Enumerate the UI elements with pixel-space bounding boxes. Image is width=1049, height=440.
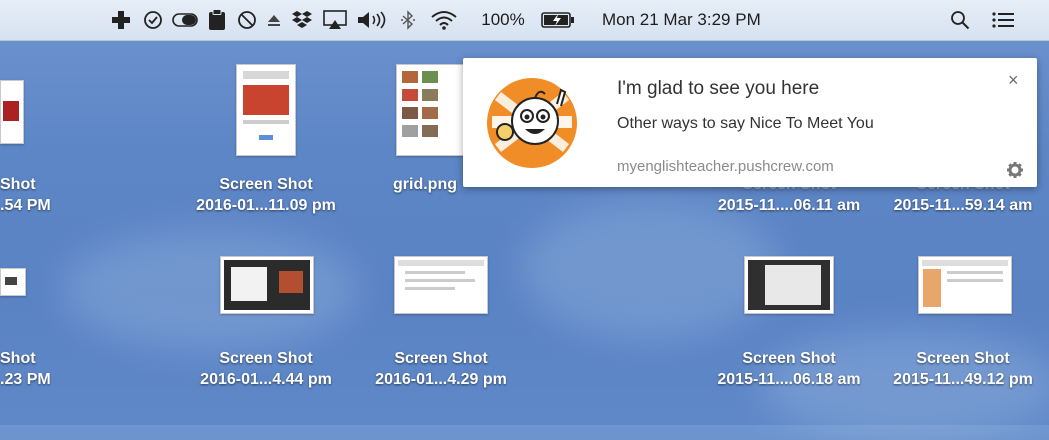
checkmark-circle-icon[interactable] [140, 0, 166, 40]
file-thumbnail[interactable] [918, 256, 1012, 314]
file-label[interactable]: Shot .54 PM [0, 174, 70, 216]
file-name: Screen Shot [916, 350, 1010, 367]
wifi-icon[interactable] [428, 0, 460, 40]
toggle-icon[interactable] [170, 0, 200, 40]
thumbnail-content [947, 279, 1003, 282]
notification-title: I'm glad to see you here [617, 78, 820, 99]
thumbnail-content [5, 277, 17, 285]
dropbox-icon[interactable] [288, 0, 316, 40]
date-time[interactable]: Mon 21 Mar 3:29 PM [594, 0, 932, 40]
file-name: Screen Shot [742, 350, 836, 367]
thumbnail-content [922, 260, 1008, 266]
file-thumbnail[interactable] [236, 64, 296, 156]
clipboard-icon[interactable] [204, 0, 230, 40]
thumbnail-content [402, 107, 418, 119]
thumbnail-content [402, 125, 418, 137]
thumbnail-content [259, 135, 273, 140]
thumbnail-content [243, 85, 289, 115]
file-name: Shot [0, 350, 36, 367]
notification-domain: myenglishteacher.pushcrew.com [617, 158, 834, 175]
file-label[interactable]: Screen Shot 2015-11...49.12 pm [868, 348, 1049, 390]
thumbnail-content [422, 89, 438, 101]
thumbnail-content [947, 271, 1003, 274]
gear-icon[interactable] [1006, 161, 1024, 179]
thumbnail-content [243, 71, 289, 79]
file-name-detail: 2015-11....06.11 am [717, 197, 861, 214]
thumbnail-content [923, 269, 941, 307]
notification-body: Other ways to say Nice To Meet You [617, 115, 874, 132]
file-name-detail: 2016-01...4.29 pm [375, 371, 507, 388]
file-label[interactable]: grid.png [380, 174, 470, 195]
file-name-detail: 2015-11...59.14 am [893, 197, 1033, 214]
file-label[interactable]: Screen Shot 2016-01...4.29 pm [356, 348, 526, 390]
file-thumbnail[interactable] [0, 268, 26, 296]
file-name: Shot [0, 176, 36, 193]
medical-cross-icon[interactable] [108, 0, 134, 40]
file-name-detail: 2015-11...49.12 pm [893, 371, 1033, 388]
search-icon[interactable] [945, 0, 975, 40]
do-not-disturb-icon[interactable] [234, 0, 260, 40]
menu-bar: 100% Mon 21 Mar 3:29 PM [0, 0, 1049, 41]
thumbnail-content [402, 71, 418, 83]
file-thumbnail[interactable] [0, 80, 24, 144]
thumbnail-content [3, 101, 19, 121]
file-name: grid.png [393, 176, 457, 193]
file-label[interactable]: Screen Shot 2016-01...11.09 pm [168, 174, 364, 216]
file-thumbnail[interactable] [744, 256, 834, 314]
file-label[interactable]: Screen Shot 2016-01...4.44 pm [168, 348, 364, 390]
volume-icon[interactable] [354, 0, 390, 40]
file-name: Screen Shot [219, 176, 313, 193]
thumbnail-content [405, 271, 465, 274]
thumbnail-content [243, 120, 289, 124]
airplay-icon[interactable] [320, 0, 350, 40]
thumbnail-content [398, 260, 484, 266]
file-name-detail: 2016-01...4.44 pm [200, 371, 332, 388]
file-label[interactable]: Screen Shot 2015-11....06.18 am [694, 348, 884, 390]
thumbnail-content [231, 267, 267, 301]
thumbnail-content [765, 265, 821, 305]
file-name-detail: .23 PM [0, 371, 51, 388]
wallpaper-cloud [60, 230, 360, 350]
file-thumbnail[interactable] [394, 256, 488, 314]
file-name-detail: .54 PM [0, 197, 51, 214]
push-notification[interactable]: I'm glad to see you here Other ways to s… [463, 58, 1037, 187]
thumbnail-content [405, 279, 475, 282]
bluetooth-icon[interactable] [396, 0, 420, 40]
file-name-detail: 2016-01...11.09 pm [196, 197, 336, 214]
file-name: Screen Shot [219, 350, 313, 367]
thumbnail-content [422, 71, 438, 83]
file-thumbnail[interactable] [220, 256, 314, 314]
wallpaper-cloud [520, 200, 780, 340]
battery-charging-icon[interactable] [538, 0, 578, 40]
close-icon[interactable]: × [1008, 70, 1019, 91]
thumbnail-content [405, 287, 455, 290]
file-name-detail: 2015-11....06.18 am [717, 371, 861, 388]
teacher-avatar-icon [483, 76, 581, 170]
thumbnail-content [402, 89, 418, 101]
file-label[interactable]: Shot .23 PM [0, 348, 70, 390]
thumbnail-content [422, 107, 438, 119]
eject-icon[interactable] [262, 0, 286, 40]
battery-percent[interactable]: 100% [468, 0, 538, 40]
thumbnail-content [279, 271, 303, 293]
thumbnail-content [422, 125, 438, 137]
file-thumbnail[interactable] [396, 64, 468, 156]
file-name: Screen Shot [394, 350, 488, 367]
notification-center-icon[interactable] [988, 0, 1018, 40]
